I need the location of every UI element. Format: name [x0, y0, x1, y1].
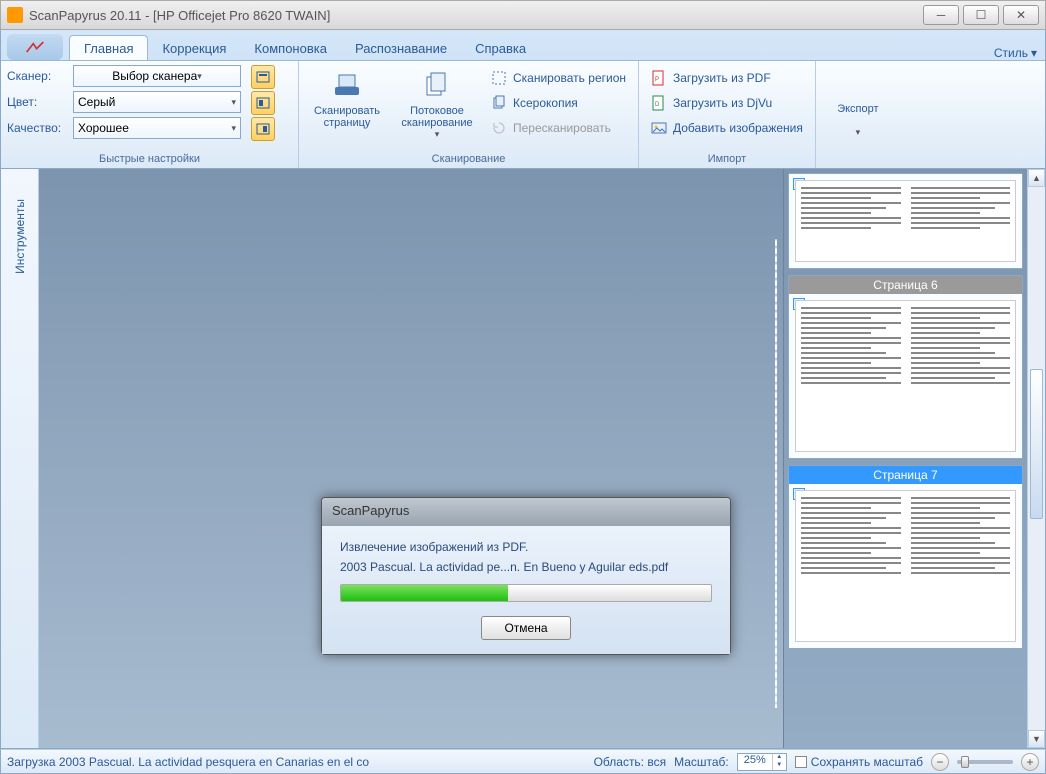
close-button[interactable]: ✕: [1003, 5, 1039, 25]
keep-zoom-check[interactable]: Сохранять масштаб: [795, 755, 923, 769]
scanner-icon: [329, 67, 365, 103]
minimize-button[interactable]: ─: [923, 5, 959, 25]
zoom-spinner[interactable]: 25% ▲▼: [737, 753, 787, 771]
scanner-combo[interactable]: Выбор сканера▾: [73, 65, 241, 87]
group-export: Экспорт▾: [816, 61, 900, 168]
status-loading: Загрузка 2003 Pascual. La actividad pesq…: [7, 755, 586, 769]
scanner-label: Сканер:: [7, 69, 69, 83]
load-pdf-button[interactable]: PЗагрузить из PDF: [651, 67, 803, 89]
thumb-card-6[interactable]: Страница 6: [788, 275, 1023, 459]
add-images-button[interactable]: Добавить изображения: [651, 117, 803, 139]
region-icon: [491, 70, 507, 86]
quality-combo[interactable]: Хорошее▾: [73, 117, 241, 139]
progress-fill: [341, 585, 508, 601]
canvas[interactable]: [39, 169, 783, 748]
tab-help[interactable]: Справка: [461, 36, 540, 60]
pages-icon: [419, 67, 455, 103]
tools-sidebar[interactable]: Инструменты: [1, 169, 39, 748]
slider-knob[interactable]: [961, 756, 969, 768]
photocopy-button[interactable]: Ксерокопия: [491, 92, 626, 114]
thumb-card-partial[interactable]: [788, 173, 1023, 269]
tab-main[interactable]: Главная: [69, 35, 148, 60]
scroll-thumb[interactable]: [1030, 369, 1043, 519]
scroll-down-icon[interactable]: ▼: [1028, 730, 1045, 748]
thumbs-scrollbar[interactable]: ▲ ▼: [1027, 169, 1045, 748]
checkbox-icon: [795, 756, 807, 768]
rescan-button: Пересканировать: [491, 117, 626, 139]
zoom-slider[interactable]: [957, 760, 1013, 764]
zoom-value: 25%: [738, 754, 772, 770]
copy-icon: [491, 95, 507, 111]
orientation-btn-3[interactable]: [251, 117, 275, 141]
chevron-down-icon[interactable]: ▼: [772, 762, 786, 770]
progress-bar: [340, 584, 712, 602]
tab-row: Главная Коррекция Компоновка Распознаван…: [1, 30, 1045, 60]
style-button[interactable]: Стиль▾: [994, 46, 1037, 60]
orientation-btn-2[interactable]: [251, 91, 275, 115]
thumb-card-7[interactable]: Страница 7: [788, 465, 1023, 649]
progress-dialog: ScanPapyrus Извлечение изображений из PD…: [321, 497, 731, 655]
load-djvu-button[interactable]: DЗагрузить из DjVu: [651, 92, 803, 114]
scan-page-button[interactable]: Сканировать страницу: [305, 65, 389, 151]
group-import: PЗагрузить из PDF DЗагрузить из DjVu Доб…: [639, 61, 816, 168]
export-button[interactable]: Экспорт▾: [822, 65, 894, 151]
thumb-title-6: Страница 6: [789, 276, 1022, 294]
ribbon: Главная Коррекция Компоновка Распознаван…: [0, 30, 1046, 169]
rescan-icon: [491, 120, 507, 136]
dialog-message-2: 2003 Pascual. La actividad pe...n. En Bu…: [340, 560, 712, 574]
group-quick-settings: Сканер: Выбор сканера▾ Цвет: Серый▾ Каче…: [1, 61, 299, 168]
batch-scan-button[interactable]: Потоковое сканирование▾: [395, 65, 479, 151]
scroll-up-icon[interactable]: ▲: [1028, 169, 1045, 187]
image-icon: [651, 120, 667, 136]
dialog-title: ScanPapyrus: [322, 498, 730, 526]
svg-text:D: D: [655, 102, 660, 108]
group-scan-label: Сканирование: [305, 151, 632, 166]
window-title: ScanPapyrus 20.11 - [HP Officejet Pro 86…: [29, 8, 923, 23]
scan-region-button[interactable]: Сканировать регион: [491, 67, 626, 89]
djvu-icon: D: [651, 95, 667, 111]
chevron-up-icon[interactable]: ▲: [772, 754, 786, 762]
quality-label: Качество:: [7, 121, 69, 135]
zoom-out-button[interactable]: −: [931, 753, 949, 771]
group-import-label: Импорт: [645, 151, 809, 166]
maximize-button[interactable]: ☐: [963, 5, 999, 25]
dotline: [775, 239, 777, 708]
zoom-in-button[interactable]: +: [1021, 753, 1039, 771]
app-icon: [7, 7, 23, 23]
status-area: Область: вся: [594, 755, 667, 769]
quick-access-toolbar[interactable]: [7, 34, 63, 60]
tools-label: Инструменты: [13, 199, 27, 274]
status-zoom-label: Масштаб:: [674, 755, 729, 769]
group-quick-label: Быстрые настройки: [7, 151, 292, 166]
title-bar: ScanPapyrus 20.11 - [HP Officejet Pro 86…: [0, 0, 1046, 30]
thumb-title-7: Страница 7: [789, 466, 1022, 484]
orientation-btn-1[interactable]: [251, 65, 275, 89]
color-label: Цвет:: [7, 95, 69, 109]
main-area: Инструменты Страница 6 Страница 7 ▲ ▼: [0, 169, 1046, 749]
group-scan: Сканировать страницу Потоковое сканирова…: [299, 61, 639, 168]
ribbon-content: Сканер: Выбор сканера▾ Цвет: Серый▾ Каче…: [1, 60, 1045, 168]
cancel-button[interactable]: Отмена: [481, 616, 570, 640]
dialog-message-1: Извлечение изображений из PDF.: [340, 540, 712, 554]
color-combo[interactable]: Серый▾: [73, 91, 241, 113]
status-bar: Загрузка 2003 Pascual. La actividad pesq…: [0, 749, 1046, 774]
thumbnails-panel: Страница 6 Страница 7: [783, 169, 1027, 748]
tab-correction[interactable]: Коррекция: [148, 36, 240, 60]
tab-ocr[interactable]: Распознавание: [341, 36, 461, 60]
pdf-icon: P: [651, 70, 667, 86]
svg-text:P: P: [655, 77, 659, 83]
tab-layout[interactable]: Компоновка: [240, 36, 341, 60]
